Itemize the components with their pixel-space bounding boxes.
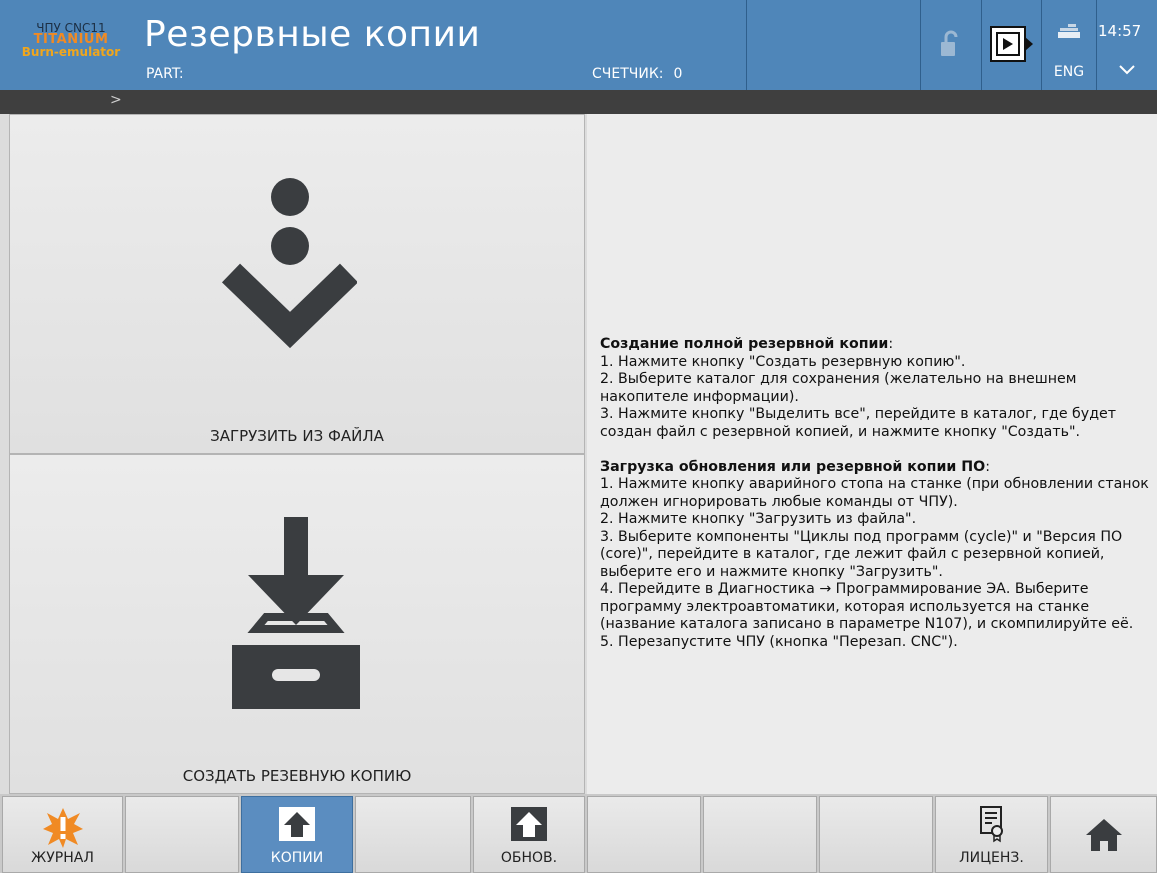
instruction-step: 3. Выберите компоненты "Циклы под програ… <box>600 528 1123 580</box>
chevron-down-icon[interactable] <box>1097 58 1157 82</box>
instructions-panel: Создание полной резервной копии: 1. Нажм… <box>587 114 1157 794</box>
toolbar-empty-slot[interactable] <box>355 796 471 873</box>
brand-line3: Burn-emulator <box>21 45 121 59</box>
bottom-toolbar: ЖУРНАЛ КОПИИ ОБНОВ. ЛИЦЕНЗ. <box>0 794 1157 873</box>
license-label: ЛИЦЕНЗ. <box>959 850 1024 866</box>
breadcrumb-bar: > <box>0 90 1157 114</box>
toolbar-empty-slot[interactable] <box>819 796 933 873</box>
copies-label: КОПИИ <box>270 850 324 866</box>
keyboard-icon[interactable] <box>1042 20 1096 44</box>
create-backup-button[interactable]: СОЗДАТЬ РЕЗЕВНУЮ КОПИЮ <box>9 454 585 794</box>
part-label: PART: <box>146 66 184 82</box>
clock: 14:57 <box>1098 22 1142 40</box>
copies-button[interactable]: КОПИИ <box>241 796 353 873</box>
home-button[interactable] <box>1050 796 1157 873</box>
instruction-step: 1. Нажмите кнопку "Создать резервную коп… <box>600 353 966 370</box>
counter-label: СЧЕТЧИК: <box>592 66 664 82</box>
counter: СЧЕТЧИК: 0 <box>592 66 682 82</box>
page-title: Резервные копии <box>144 14 481 55</box>
instruction-step: 4. Перейдите в Диагностика → Программиро… <box>600 581 1134 632</box>
brand-logo: ЧПУ CNC11 TITANIUM Burn-emulator <box>16 22 126 58</box>
breadcrumb[interactable]: > <box>110 92 122 108</box>
counter-value: 0 <box>673 66 683 82</box>
section-title-backup: Создание полной резервной копии <box>600 336 889 352</box>
instruction-step: 1. Нажмите кнопку аварийного стопа на ст… <box>600 476 1149 510</box>
instruction-step: 2. Выберите каталог для сохранения (жела… <box>600 371 1077 405</box>
lock-icon[interactable] <box>921 0 981 90</box>
instruction-step: 3. Нажмите кнопку "Выделить все", перейд… <box>600 406 1117 440</box>
upload-arrow-icon <box>511 807 547 841</box>
load-from-file-button[interactable]: ЗАГРУЗИТЬ ИЗ ФАЙЛА <box>9 114 585 454</box>
toolbar-empty-slot[interactable] <box>125 796 239 873</box>
journal-label: ЖУРНАЛ <box>31 850 94 866</box>
toolbar-empty-slot[interactable] <box>587 796 701 873</box>
journal-button[interactable]: ЖУРНАЛ <box>2 796 123 873</box>
toolbar-empty-slot[interactable] <box>703 796 817 873</box>
create-backup-label: СОЗДАТЬ РЕЗЕВНУЮ КОПИЮ <box>182 767 412 785</box>
instruction-step: 2. Нажмите кнопку "Загрузить из файла". <box>600 511 917 527</box>
load-from-file-label: ЗАГРУЗИТЬ ИЗ ФАЙЛА <box>210 427 384 445</box>
certificate-icon <box>979 806 1003 843</box>
update-label: ОБНОВ. <box>500 850 558 866</box>
inbox-download-icon <box>232 517 360 709</box>
license-button[interactable]: ЛИЦЕНЗ. <box>935 796 1048 873</box>
instruction-step: 5. Перезапустите ЧПУ (кнопка "Перезап. C… <box>600 633 958 650</box>
header-bar: ЧПУ CNC11 TITANIUM Burn-emulator Резервн… <box>0 0 1157 90</box>
monitor-icon[interactable] <box>982 0 1041 90</box>
load-from-file-icon <box>221 178 357 349</box>
warning-burst-icon <box>42 808 83 848</box>
instructions-text: Создание полной резервной копии: 1. Нажм… <box>600 336 1149 650</box>
upload-arrow-icon <box>279 807 315 841</box>
language-indicator[interactable]: ENG <box>1044 64 1094 80</box>
home-icon <box>1085 819 1122 851</box>
section-title-update: Загрузка обновления или резервной копии … <box>600 458 986 475</box>
update-button[interactable]: ОБНОВ. <box>473 796 585 873</box>
